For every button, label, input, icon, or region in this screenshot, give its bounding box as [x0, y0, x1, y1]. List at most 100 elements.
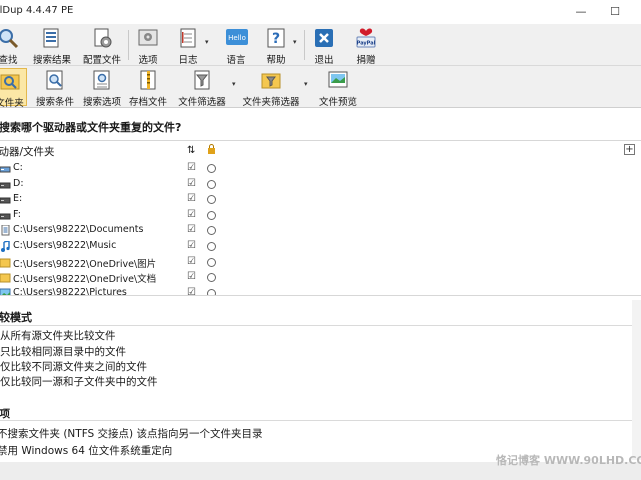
- include-subfolders-checkbox[interactable]: ☑: [187, 178, 196, 189]
- source-toolbar: 文件夹 搜索条件 搜索选项 存档文件 文件筛选器 ▾ 文件夹筛选器 ▾ 文件预览: [0, 66, 641, 109]
- profile-icon: [94, 28, 112, 48]
- log-dropdown-icon[interactable]: ▾: [205, 38, 209, 46]
- main-toolbar: 查找 搜索结果 配置文件 选项 日志 ▾ Hello 语言 ? 帮助 ▾ 退出 …: [0, 24, 641, 66]
- options-heading: 选项: [0, 408, 10, 420]
- magnifier-icon: [0, 29, 19, 49]
- include-subfolders-checkbox[interactable]: ☑: [187, 193, 196, 204]
- log-icon: [180, 28, 196, 48]
- lock-radio[interactable]: [207, 179, 216, 189]
- donate-icon-text: PayPal: [357, 41, 376, 47]
- help-dropdown-icon[interactable]: ▾: [293, 38, 297, 46]
- vertical-scrollbar[interactable]: [632, 300, 641, 460]
- donate-button[interactable]: PayPal 捐赠: [352, 26, 380, 66]
- svg-text:?: ?: [272, 31, 280, 47]
- drive-icon: [0, 213, 11, 220]
- source-folder-tab[interactable]: 文件夹: [0, 68, 27, 109]
- include-subfolders-checkbox[interactable]: ☑: [187, 287, 196, 295]
- search-results-button[interactable]: 搜索结果: [30, 26, 74, 66]
- include-subfolders-checkbox[interactable]: ☑: [187, 162, 196, 173]
- language-icon: Hello: [226, 29, 248, 45]
- minimize-button[interactable]: —: [573, 4, 589, 20]
- title-bar: AllDup 4.4.47 PE — ☐: [0, 0, 641, 24]
- list-item[interactable]: C:\Users\98222\Music ☑: [0, 239, 641, 255]
- folder-filter-tab[interactable]: 文件夹筛选器: [241, 68, 301, 108]
- options-icon: [138, 29, 158, 46]
- lock-radio[interactable]: [207, 195, 216, 205]
- search-results-icon: [43, 28, 59, 48]
- lock-radio[interactable]: [207, 288, 216, 295]
- list-item[interactable]: F: ☑: [0, 208, 641, 224]
- subfolder-column-icon[interactable]: ⇅: [187, 145, 195, 156]
- folder-filter-dropdown-icon[interactable]: ▾: [304, 80, 308, 88]
- list-item[interactable]: C:\Users\98222\Documents ☑: [0, 223, 641, 239]
- exit-icon: [315, 29, 333, 47]
- log-button[interactable]: 日志: [175, 26, 201, 66]
- lock-radio[interactable]: [207, 164, 216, 173]
- list-item[interactable]: C:\Users\98222\Pictures ☑: [0, 286, 641, 295]
- music-note-icon: [1, 241, 10, 252]
- drive-icon: [0, 166, 11, 173]
- folder-icon: [0, 273, 11, 283]
- archive-tab[interactable]: 存档文件: [126, 68, 170, 108]
- file-preview-icon: [328, 71, 348, 88]
- source-folder-list[interactable]: 驱动器/文件夹 ⇅ + C: ☑ D: ☑ E: ☑ F: ☑ C:\Users…: [0, 140, 641, 296]
- find-button[interactable]: 查找: [0, 26, 22, 66]
- add-folder-button[interactable]: +: [624, 144, 635, 155]
- lock-radio[interactable]: [207, 273, 216, 283]
- lock-radio[interactable]: [207, 242, 216, 251]
- file-preview-tab[interactable]: 文件预览: [316, 68, 360, 108]
- donate-icon: PayPal: [356, 28, 376, 48]
- lock-radio[interactable]: [207, 257, 216, 267]
- compare-option-all[interactable]: 从所有源文件夹比较文件: [0, 328, 116, 343]
- option-disable-fs-redirection[interactable]: 禁用 Windows 64 位文件系统重定向: [0, 443, 172, 458]
- search-criteria-icon: [46, 70, 63, 90]
- compare-mode-heading: 比较模式: [0, 311, 32, 324]
- option-skip-junction-points[interactable]: 不搜索文件夹 (NTFS 交接点) 该点指向另一个文件夹目录: [0, 426, 263, 441]
- file-filter-icon: [194, 70, 210, 90]
- include-subfolders-checkbox[interactable]: ☑: [187, 240, 196, 251]
- profile-button[interactable]: 配置文件: [81, 26, 123, 66]
- drive-folder-column-header[interactable]: 驱动器/文件夹: [0, 144, 55, 159]
- toolbar-separator: [128, 30, 129, 60]
- compare-option-same-source[interactable]: 只比较相同源目录中的文件: [0, 344, 126, 359]
- file-filter-tab[interactable]: 文件筛选器: [176, 68, 228, 108]
- watermark: 恪记博客 WWW.90LHD.COM: [496, 454, 641, 467]
- options-button[interactable]: 选项: [134, 26, 162, 66]
- language-button[interactable]: Hello 语言: [221, 26, 251, 66]
- search-criteria-tab[interactable]: 搜索条件: [33, 68, 77, 108]
- help-button[interactable]: ? 帮助: [262, 26, 290, 66]
- archive-icon: [140, 70, 156, 90]
- drive-icon: [0, 197, 11, 204]
- exit-button[interactable]: 退出: [310, 26, 338, 66]
- toolbar-separator: [304, 30, 305, 60]
- list-item[interactable]: C:\Users\98222\OneDrive\图片 ☑: [0, 255, 641, 271]
- list-item[interactable]: C:\Users\98222\OneDrive\文档 ☑: [0, 270, 641, 286]
- include-subfolders-checkbox[interactable]: ☑: [187, 256, 196, 267]
- language-icon-text: Hello: [228, 34, 246, 42]
- search-options-icon: [93, 70, 110, 90]
- folder-icon: [0, 258, 11, 268]
- list-item[interactable]: C: ☑: [0, 161, 641, 177]
- list-item[interactable]: E: ☑: [0, 192, 641, 208]
- source-folder-icon: [0, 74, 19, 90]
- lock-radio[interactable]: [207, 226, 216, 236]
- lock-icon[interactable]: [207, 144, 216, 154]
- folder-filter-icon: [261, 73, 281, 89]
- divider: [0, 325, 641, 326]
- source-heading: 要搜索哪个驱动器或文件夹重复的文件?: [0, 121, 182, 134]
- include-subfolders-checkbox[interactable]: ☑: [187, 224, 196, 235]
- help-icon: ?: [267, 28, 285, 48]
- include-subfolders-checkbox[interactable]: ☑: [187, 209, 196, 220]
- compare-option-different-sources[interactable]: 仅比较不同源文件夹之间的文件: [0, 359, 147, 374]
- document-icon: [1, 225, 10, 236]
- compare-option-same-source-subfolders[interactable]: 仅比较同一源和子文件夹中的文件: [0, 374, 158, 389]
- file-filter-dropdown-icon[interactable]: ▾: [232, 80, 236, 88]
- list-item[interactable]: D: ☑: [0, 177, 641, 193]
- divider: [0, 420, 641, 421]
- include-subfolders-checkbox[interactable]: ☑: [187, 271, 196, 282]
- lock-radio[interactable]: [207, 210, 216, 220]
- maximize-button[interactable]: ☐: [607, 4, 623, 20]
- drive-icon: [0, 182, 11, 189]
- pictures-icon: [0, 288, 11, 295]
- search-options-tab[interactable]: 搜索选项: [80, 68, 124, 108]
